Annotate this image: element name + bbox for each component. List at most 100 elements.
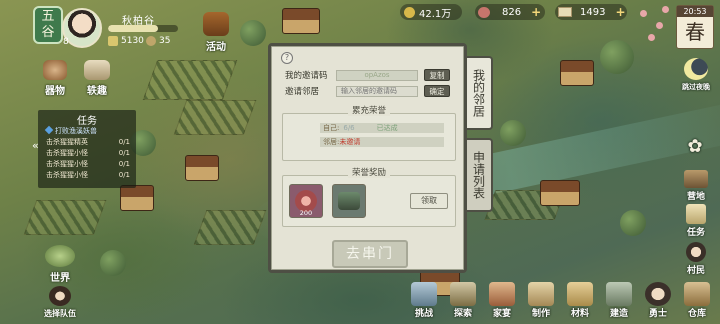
game-time: 20:53	[677, 6, 713, 17]
tab-apply-list[interactable]: 申请列表	[467, 138, 493, 212]
nav-materials[interactable]: 材料	[563, 282, 597, 319]
coin-currency-value: 42.1万	[419, 8, 452, 20]
wares-button[interactable]: 器物	[38, 60, 72, 97]
villagers-button[interactable]: 村民	[678, 242, 714, 276]
task-item[interactable]: 击杀猩猩小怪 0/1	[38, 158, 136, 169]
task-text: 击杀猩猩小怪	[46, 170, 88, 179]
task-item[interactable]: 击杀猩猩精英 0/1	[38, 136, 136, 147]
task-panel[interactable]: 任务 打败渔溪妖兽 击杀猩猩精英 0/1 击杀猩猩小怪 0/1 击杀猩猩小怪 0…	[38, 110, 136, 188]
nav-label: 建造	[609, 309, 628, 319]
invite-label: 邀请邻居	[285, 87, 320, 97]
wares-label: 器物	[45, 86, 65, 97]
rice-field	[193, 210, 267, 245]
task-count: 0/1	[118, 170, 130, 179]
self-label: 自己:	[323, 124, 340, 132]
tab-my-neighbors[interactable]: 我的邻居	[467, 56, 493, 130]
wares-icon	[43, 60, 67, 80]
events-button[interactable]: 轶趣	[80, 60, 114, 97]
reward-title-text: 荣誉奖励	[347, 168, 390, 178]
add-meat-button[interactable]: +	[531, 5, 541, 19]
visit-button[interactable]: 去串门	[332, 240, 408, 268]
villager-icon	[686, 242, 706, 262]
coin-stat-value: 5130	[121, 36, 144, 46]
nav-challenge[interactable]: 挑战	[407, 282, 441, 319]
neighbor-status: 未邀请	[339, 138, 361, 146]
reward-slot[interactable]: 200	[289, 184, 323, 218]
task-item[interactable]: 击杀猩猩小怪 0/1	[38, 147, 136, 158]
coin-currency: 42.1万	[404, 5, 452, 20]
task-text: 击杀猩猩小怪	[46, 159, 88, 168]
meat-icon	[478, 6, 490, 18]
nav-label: 探索	[453, 309, 472, 319]
camp-icon	[684, 170, 708, 188]
coin-stat: 5130	[108, 36, 144, 46]
tasks-side-button[interactable]: 任务	[678, 204, 714, 238]
map-building[interactable]	[540, 180, 580, 206]
map-building[interactable]	[560, 60, 594, 86]
build-icon	[606, 282, 632, 306]
reward-count: 200	[299, 209, 313, 217]
copy-button[interactable]: 复制	[424, 69, 450, 81]
add-scroll-button[interactable]: +	[615, 5, 625, 19]
camp-button[interactable]: 营地	[678, 170, 714, 202]
petal	[662, 6, 669, 13]
invite-code-input[interactable]: 输入邻居的邀请码	[336, 86, 418, 97]
nav-label: 家宴	[492, 309, 511, 319]
tasks-side-label: 任务	[686, 228, 705, 238]
nav-warehouse[interactable]: 仓库	[680, 282, 714, 319]
rice-field	[23, 200, 107, 235]
task-count: 0/1	[118, 159, 130, 168]
claim-button[interactable]: 领取	[410, 193, 448, 209]
tree	[620, 210, 646, 236]
nav-label: 仓库	[687, 309, 706, 319]
honor-title-text: 累充荣誉	[347, 106, 390, 116]
nav-warriors[interactable]: 勇士	[641, 282, 675, 319]
rice-field	[173, 100, 257, 135]
task-item[interactable]: 打败渔溪妖兽	[38, 125, 136, 136]
reward-item-icon	[338, 192, 360, 210]
skip-night-label: 跳过夜晚	[682, 83, 710, 91]
select-team-button[interactable]: 选择队伍	[36, 286, 84, 319]
tree	[100, 250, 126, 276]
main-task-icon	[44, 125, 54, 134]
banquet-icon	[489, 282, 515, 306]
my-code-field: opAzos	[336, 70, 418, 81]
skip-night-button[interactable]: 跳过夜晚	[674, 58, 718, 92]
scroll-currency-value: 1493	[580, 6, 606, 18]
map-building[interactable]	[120, 185, 154, 211]
nav-label: 制作	[531, 309, 550, 319]
my-code-label: 我的邀请码	[285, 71, 328, 81]
exp-bar	[108, 25, 178, 32]
camp-label: 营地	[686, 192, 705, 202]
person-icon	[146, 36, 156, 46]
task-item[interactable]: 击杀猩猩小怪 0/1	[38, 169, 136, 180]
events-label: 轶趣	[87, 86, 107, 97]
help-icon[interactable]: ?	[281, 52, 293, 64]
realm-badge[interactable]: 五谷	[33, 6, 63, 44]
activity-icon	[203, 12, 229, 36]
activity-label: 活动	[206, 42, 226, 53]
tree	[600, 40, 634, 74]
honor-section-title: 累充荣誉	[282, 104, 456, 116]
challenge-icon	[411, 282, 437, 306]
villagers-label: 村民	[686, 266, 705, 276]
confirm-button[interactable]: 确定	[424, 85, 450, 97]
reward-slot[interactable]	[332, 184, 366, 218]
warrior-icon	[645, 282, 671, 306]
clock-box[interactable]: 20:53 春	[676, 5, 714, 49]
player-level: 8	[63, 37, 69, 47]
nav-build[interactable]: 建造	[602, 282, 636, 319]
world-button[interactable]: 世界	[40, 245, 80, 284]
nav-banquet[interactable]: 家宴	[485, 282, 519, 319]
nav-craft[interactable]: 制作	[524, 282, 558, 319]
nav-explore[interactable]: 探索	[446, 282, 480, 319]
nav-label: 勇士	[648, 309, 667, 319]
map-building[interactable]	[282, 8, 320, 34]
rice-field	[142, 60, 238, 100]
map-building[interactable]	[185, 155, 219, 181]
activity-button[interactable]: 活动	[199, 12, 233, 53]
moon-icon	[684, 58, 708, 80]
flower-button[interactable]: ✿	[684, 138, 706, 156]
world-label: 世界	[50, 273, 70, 284]
warehouse-icon	[684, 282, 710, 306]
